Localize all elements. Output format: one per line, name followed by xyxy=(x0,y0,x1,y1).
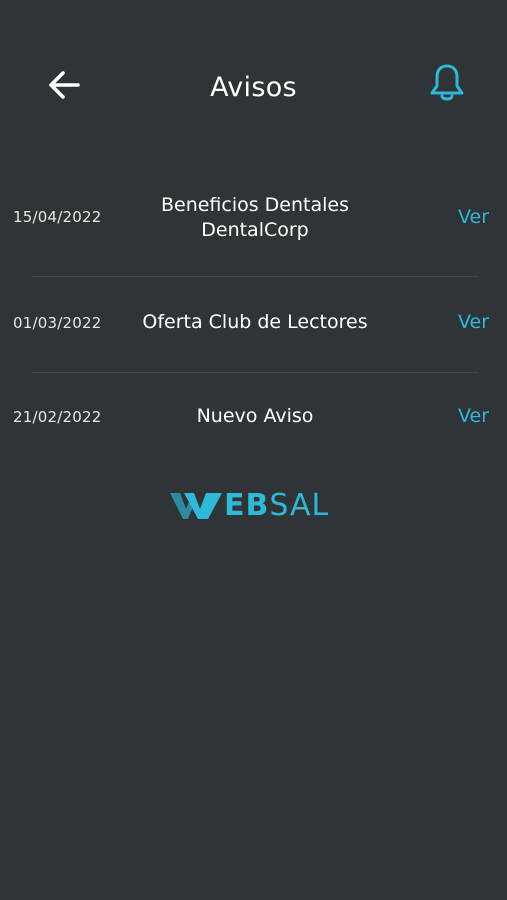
logo-w-mark xyxy=(170,493,222,519)
notice-subject: Nuevo Aviso xyxy=(196,405,314,427)
bell-icon xyxy=(430,64,464,101)
websal-logo: EBSAL xyxy=(168,489,340,523)
notice-subject: Oferta Club de Lectores xyxy=(142,311,368,333)
logo-text-bold: EB xyxy=(224,488,270,523)
notice-subject-line: DentalCorp xyxy=(201,219,309,241)
notice-subject-line: Beneficios Dentales xyxy=(160,194,350,216)
list-item: 01/03/2022 Oferta Club de Lectores Ver xyxy=(0,277,507,373)
list-item: 21/02/2022 Nuevo Aviso Ver xyxy=(0,373,507,465)
notice-date: 01/03/2022 xyxy=(13,314,102,332)
view-notice-link[interactable]: Ver xyxy=(458,206,489,228)
notice-subject: Beneficios Dentales DentalCorp xyxy=(110,193,400,243)
logo-text-light: SAL xyxy=(269,488,330,523)
list-item: 15/04/2022 Beneficios Dentales DentalCor… xyxy=(0,180,507,277)
notice-list: 15/04/2022 Beneficios Dentales DentalCor… xyxy=(0,180,507,465)
notice-date: 21/02/2022 xyxy=(13,408,102,426)
notice-date: 15/04/2022 xyxy=(13,208,102,226)
logo-text: EBSAL xyxy=(224,489,329,523)
view-notice-link[interactable]: Ver xyxy=(458,405,489,427)
header: Avisos xyxy=(0,0,507,180)
notifications-button[interactable] xyxy=(428,62,466,104)
avisos-screen: Avisos 15/04/2022 Beneficios Dentales De… xyxy=(0,0,507,900)
view-notice-link[interactable]: Ver xyxy=(458,311,489,333)
